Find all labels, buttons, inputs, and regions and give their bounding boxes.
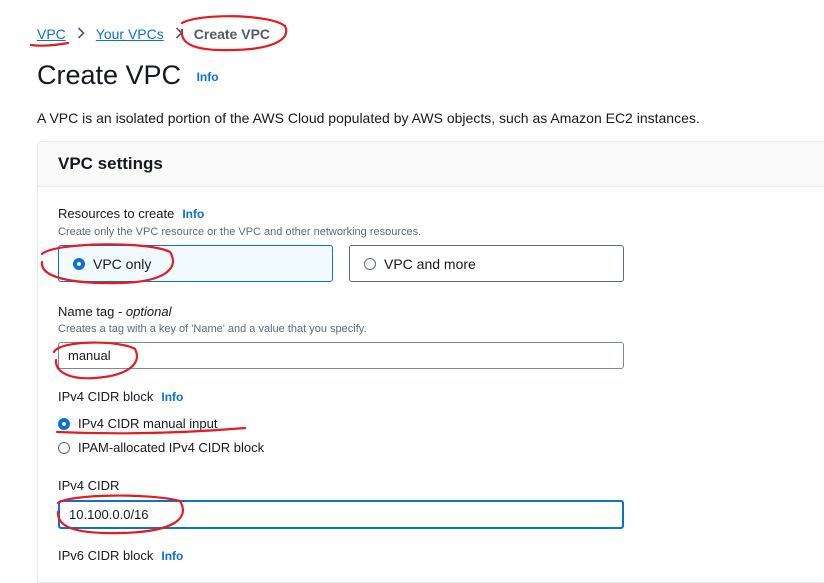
resource-option-vpc-and-more[interactable]: VPC and more [349, 245, 624, 282]
radio-unselected-icon [58, 441, 70, 454]
name-tag-value: manual [68, 348, 111, 363]
name-tag-input[interactable]: manual [58, 342, 624, 369]
page-info-link[interactable]: Info [197, 70, 219, 84]
resources-info-link[interactable]: Info [182, 207, 204, 221]
name-tag-optional: optional [125, 304, 172, 319]
radio-selected-icon [73, 257, 85, 270]
ipv4-cidr-label-text: IPv4 CIDR [58, 478, 120, 493]
ipv6-block-info-link[interactable]: Info [161, 549, 183, 563]
ipv4-block-label: IPv4 CIDR block Info [58, 389, 183, 404]
resources-label: Resources to create Info [58, 206, 204, 221]
page-description: A VPC is an isolated portion of the AWS … [37, 110, 700, 126]
ipv6-block-label-text: IPv6 CIDR block [58, 548, 154, 563]
resource-option-label: VPC only [93, 255, 152, 272]
ipv4-option-ipam[interactable]: IPAM-allocated IPv4 CIDR block [58, 440, 264, 455]
resources-hint: Create only the VPC resource or the VPC … [58, 226, 422, 238]
ipv4-block-info-link[interactable]: Info [161, 390, 183, 404]
page-title-text: Create VPC [37, 60, 182, 90]
radio-unselected-icon [364, 257, 376, 270]
ipv4-cidr-value: 10.100.0.0/16 [69, 507, 149, 522]
ipv4-option-label: IPAM-allocated IPv4 CIDR block [78, 440, 265, 455]
name-tag-label: Name tag - optional [58, 304, 171, 319]
ipv4-cidr-label: IPv4 CIDR [58, 478, 119, 493]
ipv4-option-manual[interactable]: IPv4 CIDR manual input [58, 416, 217, 431]
ipv6-block-label: IPv6 CIDR block Info [58, 548, 183, 563]
radio-selected-icon [58, 417, 70, 430]
ipv4-cidr-input[interactable]: 10.100.0.0/16 [58, 500, 624, 529]
breadcrumb: VPC Your VPCs Create VPC [37, 24, 270, 44]
breadcrumb-current: Create VPC [193, 26, 271, 42]
breadcrumb-link-your-vpcs[interactable]: Your VPCs [96, 26, 164, 42]
vpc-settings-panel: VPC settings Resources to create Info Cre… [37, 141, 824, 583]
page-title: Create VPC Info [37, 60, 219, 91]
panel-header: VPC settings [38, 142, 824, 187]
panel-heading: VPC settings [58, 154, 163, 173]
chevron-right-icon [77, 26, 85, 42]
resource-option-label: VPC and more [384, 255, 476, 272]
ipv4-block-label-text: IPv4 CIDR block [58, 389, 154, 404]
chevron-right-icon [175, 26, 183, 42]
breadcrumb-link-vpc[interactable]: VPC [37, 26, 66, 42]
name-tag-hint: Creates a tag with a key of 'Name' and a… [58, 323, 367, 335]
name-tag-label-text: Name tag - [58, 304, 126, 319]
resource-option-vpc-only[interactable]: VPC only [58, 245, 333, 282]
ipv4-option-label: IPv4 CIDR manual input [78, 416, 218, 431]
resources-label-text: Resources to create [58, 206, 175, 221]
